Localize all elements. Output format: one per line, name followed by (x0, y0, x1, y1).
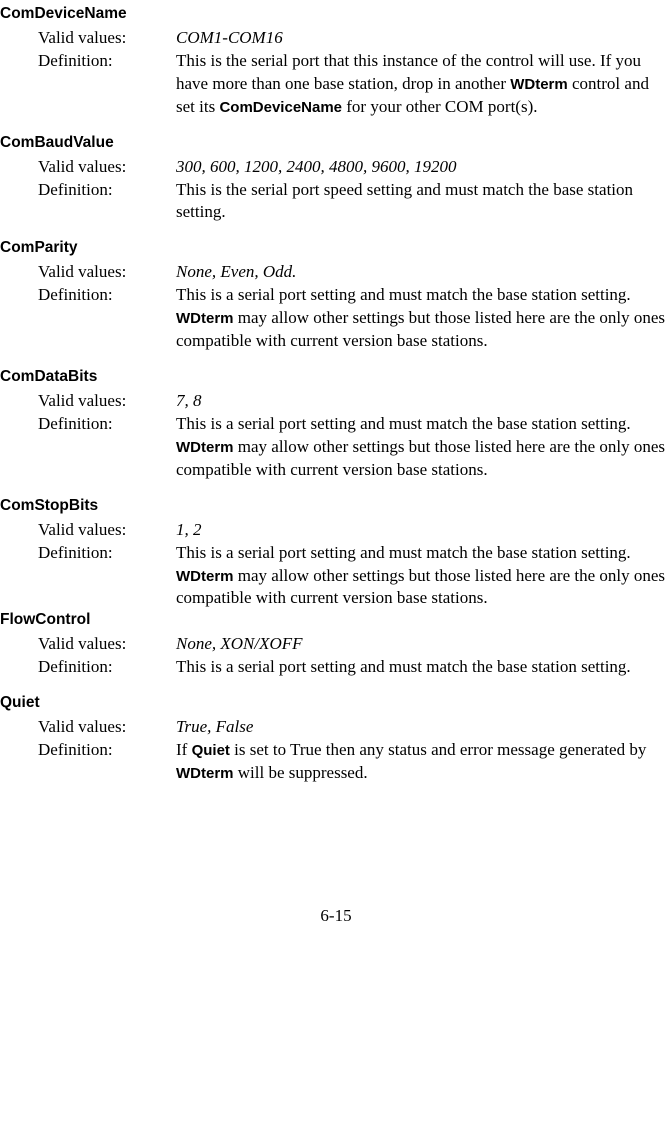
def-part: may allow other settings but those liste… (176, 566, 665, 608)
prop-title: ComStopBits (0, 496, 672, 517)
def-bold: WDterm (176, 765, 234, 782)
definition-text: This is the serial port that this instan… (176, 50, 672, 119)
definition-text: If Quiet is set to True then any status … (176, 739, 672, 785)
definition-text: This is a serial port setting and must m… (176, 542, 672, 611)
definition-label: Definition: (0, 542, 176, 565)
def-part: for your other COM port(s). (342, 97, 537, 116)
prop-com-stop-bits: ComStopBits Valid values: 1, 2 Definitio… (0, 496, 672, 611)
def-bold: WDterm (176, 568, 234, 585)
definition-label: Definition: (0, 284, 176, 307)
valid-values-row: Valid values: COM1-COM16 (0, 27, 672, 50)
definition-text: This is a serial port setting and must m… (176, 656, 672, 679)
def-bold: WDterm (176, 310, 234, 327)
def-part: may allow other settings but those liste… (176, 437, 665, 479)
prop-title: FlowControl (0, 610, 672, 631)
valid-values: 1, 2 (176, 519, 672, 542)
valid-values: COM1-COM16 (176, 27, 672, 50)
prop-com-data-bits: ComDataBits Valid values: 7, 8 Definitio… (0, 367, 672, 482)
def-part: This is a serial port setting and must m… (176, 285, 631, 304)
definition-row: Definition: If Quiet is set to True then… (0, 739, 672, 785)
valid-values: 300, 600, 1200, 2400, 4800, 9600, 19200 (176, 156, 672, 179)
definition-row: Definition: This is the serial port spee… (0, 179, 672, 225)
prop-com-baud-value: ComBaudValue Valid values: 300, 600, 120… (0, 133, 672, 225)
definition-row: Definition: This is a serial port settin… (0, 284, 672, 353)
valid-values-row: Valid values: None, Even, Odd. (0, 261, 672, 284)
definition-label: Definition: (0, 656, 176, 679)
def-bold: Quiet (192, 742, 230, 759)
valid-label: Valid values: (0, 716, 176, 739)
definition-label: Definition: (0, 739, 176, 762)
definition-text: This is the serial port speed setting an… (176, 179, 672, 225)
def-part: This is a serial port setting and must m… (176, 543, 631, 562)
definition-label: Definition: (0, 179, 176, 202)
def-part: will be suppressed. (234, 763, 368, 782)
def-part: is set to True then any status and error… (230, 740, 646, 759)
valid-label: Valid values: (0, 27, 176, 50)
prop-flow-control: FlowControl Valid values: None, XON/XOFF… (0, 610, 672, 679)
valid-values-row: Valid values: 7, 8 (0, 390, 672, 413)
def-part: If (176, 740, 192, 759)
valid-label: Valid values: (0, 633, 176, 656)
prop-title: ComDataBits (0, 367, 672, 388)
definition-text: This is a serial port setting and must m… (176, 413, 672, 482)
definition-row: Definition: This is a serial port settin… (0, 542, 672, 611)
prop-com-parity: ComParity Valid values: None, Even, Odd.… (0, 238, 672, 353)
prop-title: Quiet (0, 693, 672, 714)
prop-quiet: Quiet Valid values: True, False Definiti… (0, 693, 672, 785)
valid-values: 7, 8 (176, 390, 672, 413)
def-bold: WDterm (176, 439, 234, 456)
valid-values-row: Valid values: True, False (0, 716, 672, 739)
valid-values-row: Valid values: None, XON/XOFF (0, 633, 672, 656)
valid-values-row: Valid values: 1, 2 (0, 519, 672, 542)
page-number: 6-15 (0, 905, 672, 928)
prop-title: ComBaudValue (0, 133, 672, 154)
definition-text: This is a serial port setting and must m… (176, 284, 672, 353)
valid-values: None, XON/XOFF (176, 633, 672, 656)
def-part: This is a serial port setting and must m… (176, 414, 631, 433)
valid-label: Valid values: (0, 390, 176, 413)
definition-label: Definition: (0, 413, 176, 436)
prop-com-device-name: ComDeviceName Valid values: COM1-COM16 D… (0, 4, 672, 119)
valid-label: Valid values: (0, 519, 176, 542)
prop-title: ComDeviceName (0, 4, 672, 25)
prop-title: ComParity (0, 238, 672, 259)
definition-row: Definition: This is a serial port settin… (0, 413, 672, 482)
def-part: may allow other settings but those liste… (176, 308, 665, 350)
valid-values: True, False (176, 716, 672, 739)
definition-row: Definition: This is a serial port settin… (0, 656, 672, 679)
valid-values: None, Even, Odd. (176, 261, 672, 284)
valid-label: Valid values: (0, 261, 176, 284)
valid-values-row: Valid values: 300, 600, 1200, 2400, 4800… (0, 156, 672, 179)
def-bold: ComDeviceName (219, 99, 342, 116)
def-bold: WDterm (510, 76, 568, 93)
definition-row: Definition: This is the serial port that… (0, 50, 672, 119)
definition-label: Definition: (0, 50, 176, 73)
valid-label: Valid values: (0, 156, 176, 179)
